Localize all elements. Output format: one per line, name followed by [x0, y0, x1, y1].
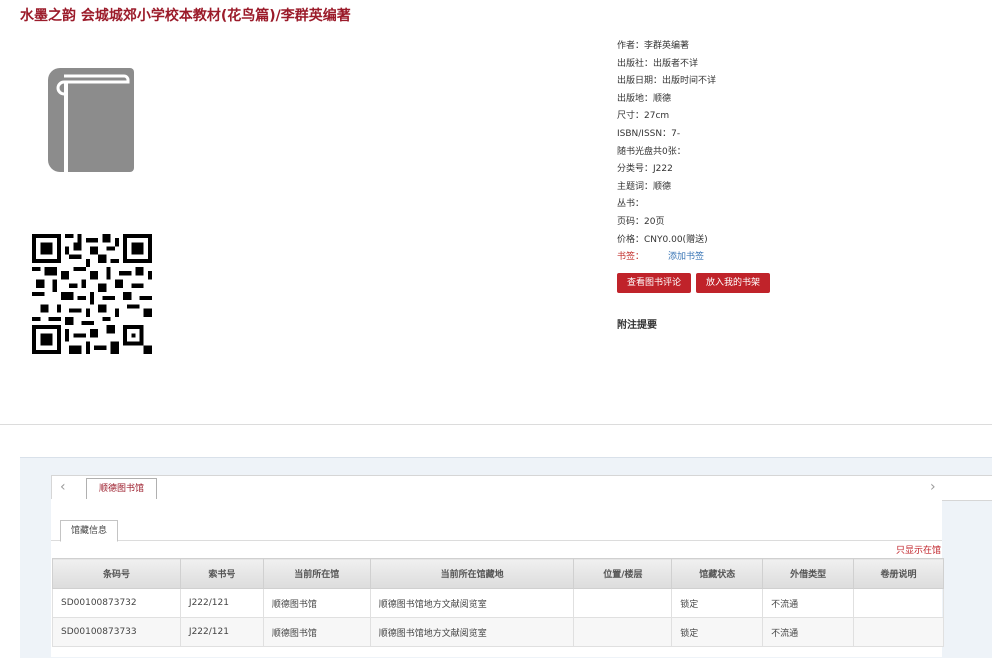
price-info: 价格：CNY0.00(赠送)	[617, 234, 708, 245]
library-cell: 顺德图书馆	[262, 588, 371, 618]
bookmark-label: 书签：	[617, 252, 645, 263]
location-cell: 顺德图书馆地方文献阅览室	[369, 617, 575, 647]
view-reviews-button[interactable]: 查看图书评论	[617, 273, 692, 293]
tab-holdings-info[interactable]: 馆藏信息	[60, 520, 119, 542]
volume-note-cell	[853, 617, 944, 647]
subtab-divider	[51, 540, 942, 541]
add-bookmark-link[interactable]: 添加书签	[668, 252, 704, 262]
bookmark-row: 书签： 添加书签	[617, 249, 716, 267]
prev-arrow-icon[interactable]: ‹	[60, 479, 66, 495]
status-cell: 锁定	[671, 617, 764, 647]
location-cell: 顺德图书馆地方文献阅览室	[369, 588, 575, 618]
call-number-cell: J222/121	[179, 617, 264, 647]
action-buttons: 查看图书评论 放入我的书架	[617, 270, 775, 293]
table-row: SD00100873732 J222/121 顺德图书馆 顺德图书馆地方文献阅览…	[52, 588, 944, 618]
library-tab-bar: ‹ ›	[51, 475, 992, 501]
loan-type-cell: 不流通	[762, 588, 855, 618]
class-no-info: 分类号：J222	[617, 164, 673, 175]
next-arrow-icon[interactable]: ›	[930, 479, 936, 495]
show-available-link[interactable]: 只显示在馆	[896, 543, 941, 556]
col-volume-note: 卷册说明	[853, 558, 944, 589]
isbn-info: ISBN/ISSN：7-	[617, 128, 681, 139]
col-barcode: 条码号	[52, 558, 181, 589]
cd-info: 随书光盘共0张：	[617, 146, 686, 157]
notes-heading: 附注提要	[617, 320, 657, 331]
floor-cell	[573, 617, 673, 647]
qr-code-icon	[32, 234, 152, 354]
col-call-number: 索书号	[179, 558, 264, 589]
pages-info: 页码：20页	[617, 216, 665, 227]
library-cell: 顺德图书馆	[262, 617, 371, 647]
book-icon	[48, 68, 134, 174]
floor-cell	[573, 588, 673, 618]
add-to-shelf-button[interactable]: 放入我的书架	[696, 273, 771, 293]
table-header-row: 条码号 索书号 当前所在馆 当前所在馆藏地 位置/楼层 馆藏状态 外借类型 卷册…	[52, 558, 944, 589]
author-info: 作者：李群英编著	[617, 41, 690, 51]
volume-note-cell	[853, 588, 944, 618]
book-info: 作者：李群英编著 出版社：出版者不详 出版日期：出版时间不详 出版地：顺德 尺寸…	[617, 38, 716, 267]
section-divider	[0, 424, 992, 425]
barcode-cell: SD00100873732	[52, 588, 181, 618]
col-current-library: 当前所在馆	[262, 558, 371, 589]
barcode-cell: SD00100873733	[52, 617, 181, 647]
status-cell: 锁定	[671, 588, 764, 618]
series-info: 丛书：	[617, 199, 645, 210]
col-current-location: 当前所在馆藏地	[369, 558, 575, 589]
tab-library[interactable]: 顺德图书馆	[86, 478, 158, 499]
col-floor: 位置/楼层	[573, 558, 673, 589]
pub-place-info: 出版地：顺德	[617, 93, 672, 104]
loan-type-cell: 不流通	[762, 617, 855, 647]
subject-info: 主题词：顺德	[617, 181, 672, 192]
holdings-table: 条码号 索书号 当前所在馆 当前所在馆藏地 位置/楼层 馆藏状态 外借类型 卷册…	[52, 558, 944, 647]
publisher-info: 出版社：出版者不详	[617, 58, 699, 69]
table-row: SD00100873733 J222/121 顺德图书馆 顺德图书馆地方文献阅览…	[52, 617, 944, 647]
col-status: 馆藏状态	[671, 558, 764, 589]
call-number-cell: J222/121	[179, 588, 264, 618]
page-title: 水墨之韵 会城城郊小学校本教材(花鸟篇)/李群英编著	[20, 8, 351, 24]
size-info: 尺寸：27cm	[617, 111, 670, 122]
pub-date-info: 出版日期：出版时间不详	[617, 76, 717, 87]
col-loan-type: 外借类型	[762, 558, 855, 589]
